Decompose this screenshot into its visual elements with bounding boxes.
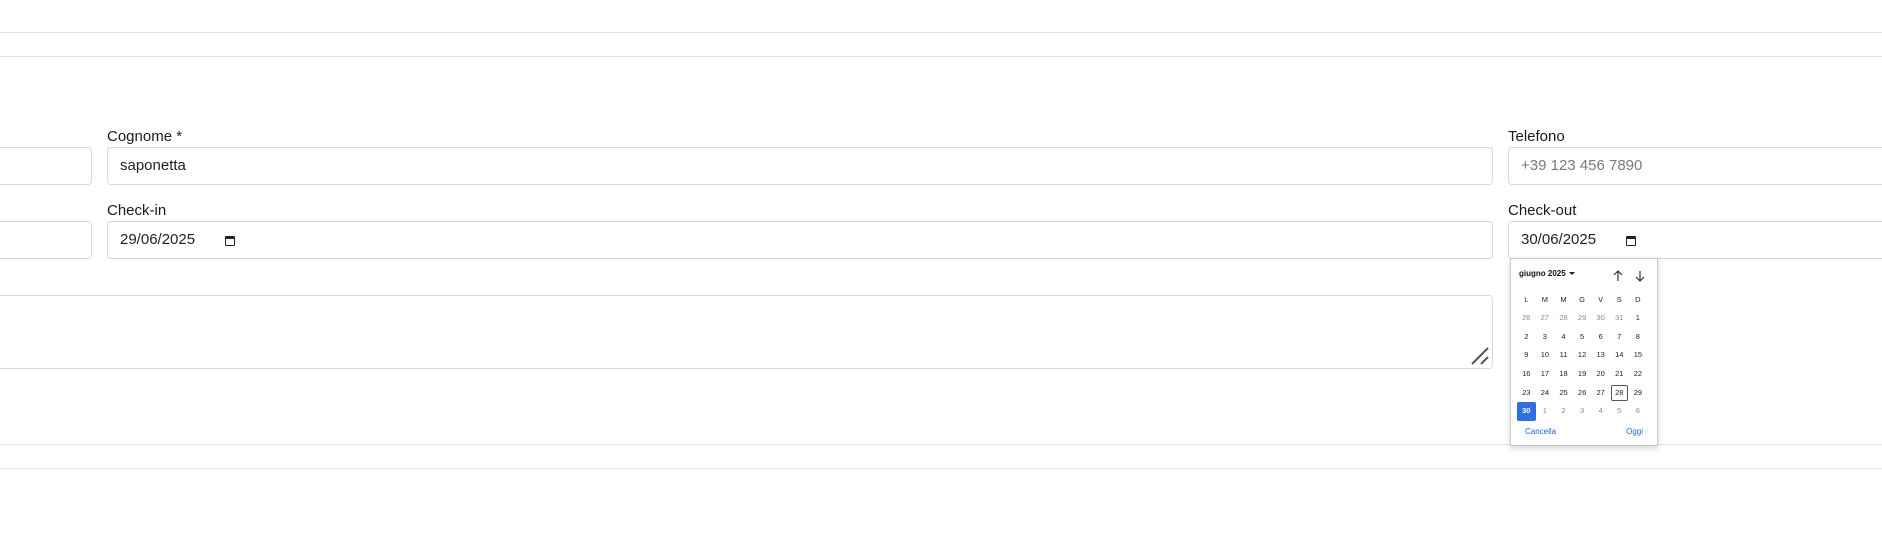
arrow-up-icon[interactable] (1611, 269, 1625, 283)
weekday-label: L (1524, 295, 1529, 304)
day-cell[interactable]: 20 (1591, 365, 1610, 384)
arrow-down-icon[interactable] (1633, 269, 1647, 283)
day-cell[interactable]: 29 (1573, 309, 1592, 328)
day-cell[interactable]: 4 (1591, 402, 1610, 421)
day-cell[interactable]: 1 (1629, 309, 1648, 328)
day-cell[interactable]: 17 (1536, 365, 1555, 384)
telefono-input[interactable]: +39 123 456 7890 (1508, 147, 1882, 185)
day-cell-selected[interactable]: 30 (1517, 402, 1536, 422)
today-button[interactable]: Oggi (1626, 427, 1643, 436)
day-cell[interactable]: 9 (1517, 346, 1536, 365)
day-cell[interactable]: 7 (1610, 328, 1629, 347)
top-divider (0, 32, 1882, 33)
resize-handle-icon[interactable] (1470, 346, 1490, 366)
cancel-button[interactable]: Cancella (1525, 427, 1556, 436)
date-picker-popup: giugno 2025 LMMGVSD 26 27 28 29 30 31 1 2 3 4 5 6 7 8… (1510, 258, 1658, 446)
day-cell[interactable]: 13 (1591, 346, 1610, 365)
checkin-input[interactable]: 29/06/2025 (107, 221, 1493, 259)
day-cell[interactable]: 6 (1629, 402, 1648, 421)
day-cell[interactable]: 26 (1517, 309, 1536, 328)
caret-down-icon (1568, 272, 1575, 275)
day-cell[interactable]: 5 (1573, 328, 1592, 347)
day-cell[interactable]: 21 (1610, 365, 1629, 384)
checkout-input[interactable]: 30/06/2025 (1508, 221, 1882, 259)
checkout-value: 30/06/2025 (1521, 231, 1597, 248)
day-cell[interactable]: 8 (1629, 328, 1648, 347)
weekday-label: G (1579, 295, 1585, 304)
day-cell[interactable]: 23 (1517, 384, 1536, 403)
checkin-label: Check-in (107, 202, 167, 219)
day-cell[interactable]: 28 (1554, 309, 1573, 328)
day-cell[interactable]: 25 (1554, 384, 1573, 403)
day-cell[interactable]: 5 (1610, 402, 1629, 421)
checkout-label: Check-out (1508, 202, 1577, 219)
day-cell[interactable]: 11 (1554, 346, 1573, 365)
cognome-label: Cognome * (107, 128, 183, 145)
day-cell[interactable]: 22 (1629, 365, 1648, 384)
day-cell[interactable]: 26 (1573, 384, 1592, 403)
cognome-input[interactable]: saponetta (107, 147, 1493, 185)
checkin-value: 29/06/2025 (120, 231, 196, 248)
calendar-icon[interactable] (225, 236, 235, 246)
day-cell[interactable]: 4 (1554, 328, 1573, 347)
day-cell[interactable]: 14 (1610, 346, 1629, 365)
telefono-placeholder: +39 123 456 7890 (1521, 157, 1643, 174)
day-grid: 26 27 28 29 30 31 1 2 3 4 5 6 7 8 9 10 11 12 13 14 15 16 17 18 1… (1517, 309, 1648, 422)
telefono-label: Telefono (1508, 128, 1565, 145)
day-cell[interactable]: 3 (1573, 402, 1592, 421)
day-cell[interactable]: 3 (1536, 328, 1555, 347)
weekday-label: V (1598, 295, 1604, 304)
day-cell[interactable]: 31 (1610, 309, 1629, 328)
day-cell[interactable]: 27 (1536, 309, 1555, 328)
day-cell-today[interactable]: 28 (1610, 384, 1629, 403)
weekday-label: M (1560, 295, 1567, 304)
email-field[interactable] (0, 221, 92, 259)
day-cell[interactable]: 15 (1629, 346, 1648, 365)
day-cell[interactable]: 2 (1517, 328, 1536, 347)
weekday-label: D (1635, 295, 1641, 304)
nome-field[interactable] (0, 147, 92, 185)
cognome-value: saponetta (120, 157, 186, 174)
notes-textarea[interactable] (0, 295, 1493, 369)
weekday-label: M (1541, 295, 1549, 304)
month-selector[interactable]: giugno 2025 (1519, 269, 1575, 278)
day-cell[interactable]: 30 (1591, 309, 1610, 328)
bottom-divider-2 (0, 468, 1882, 469)
day-cell[interactable]: 27 (1591, 384, 1610, 403)
day-cell[interactable]: 18 (1554, 365, 1573, 384)
calendar-icon[interactable] (1626, 236, 1636, 246)
day-cell[interactable]: 6 (1591, 328, 1610, 347)
day-cell[interactable]: 10 (1536, 346, 1555, 365)
day-cell[interactable]: 2 (1554, 402, 1573, 421)
month-label: giugno 2025 (1519, 269, 1566, 278)
weekday-header: LMMGVSD (1517, 293, 1647, 307)
weekday-label: S (1616, 295, 1622, 304)
day-cell[interactable]: 29 (1629, 384, 1648, 403)
day-cell[interactable]: 24 (1536, 384, 1555, 403)
day-cell[interactable]: 12 (1573, 346, 1592, 365)
day-cell[interactable]: 16 (1517, 365, 1536, 384)
day-cell[interactable]: 1 (1536, 402, 1555, 421)
top-divider-2 (0, 56, 1882, 57)
day-cell[interactable]: 19 (1573, 365, 1592, 384)
